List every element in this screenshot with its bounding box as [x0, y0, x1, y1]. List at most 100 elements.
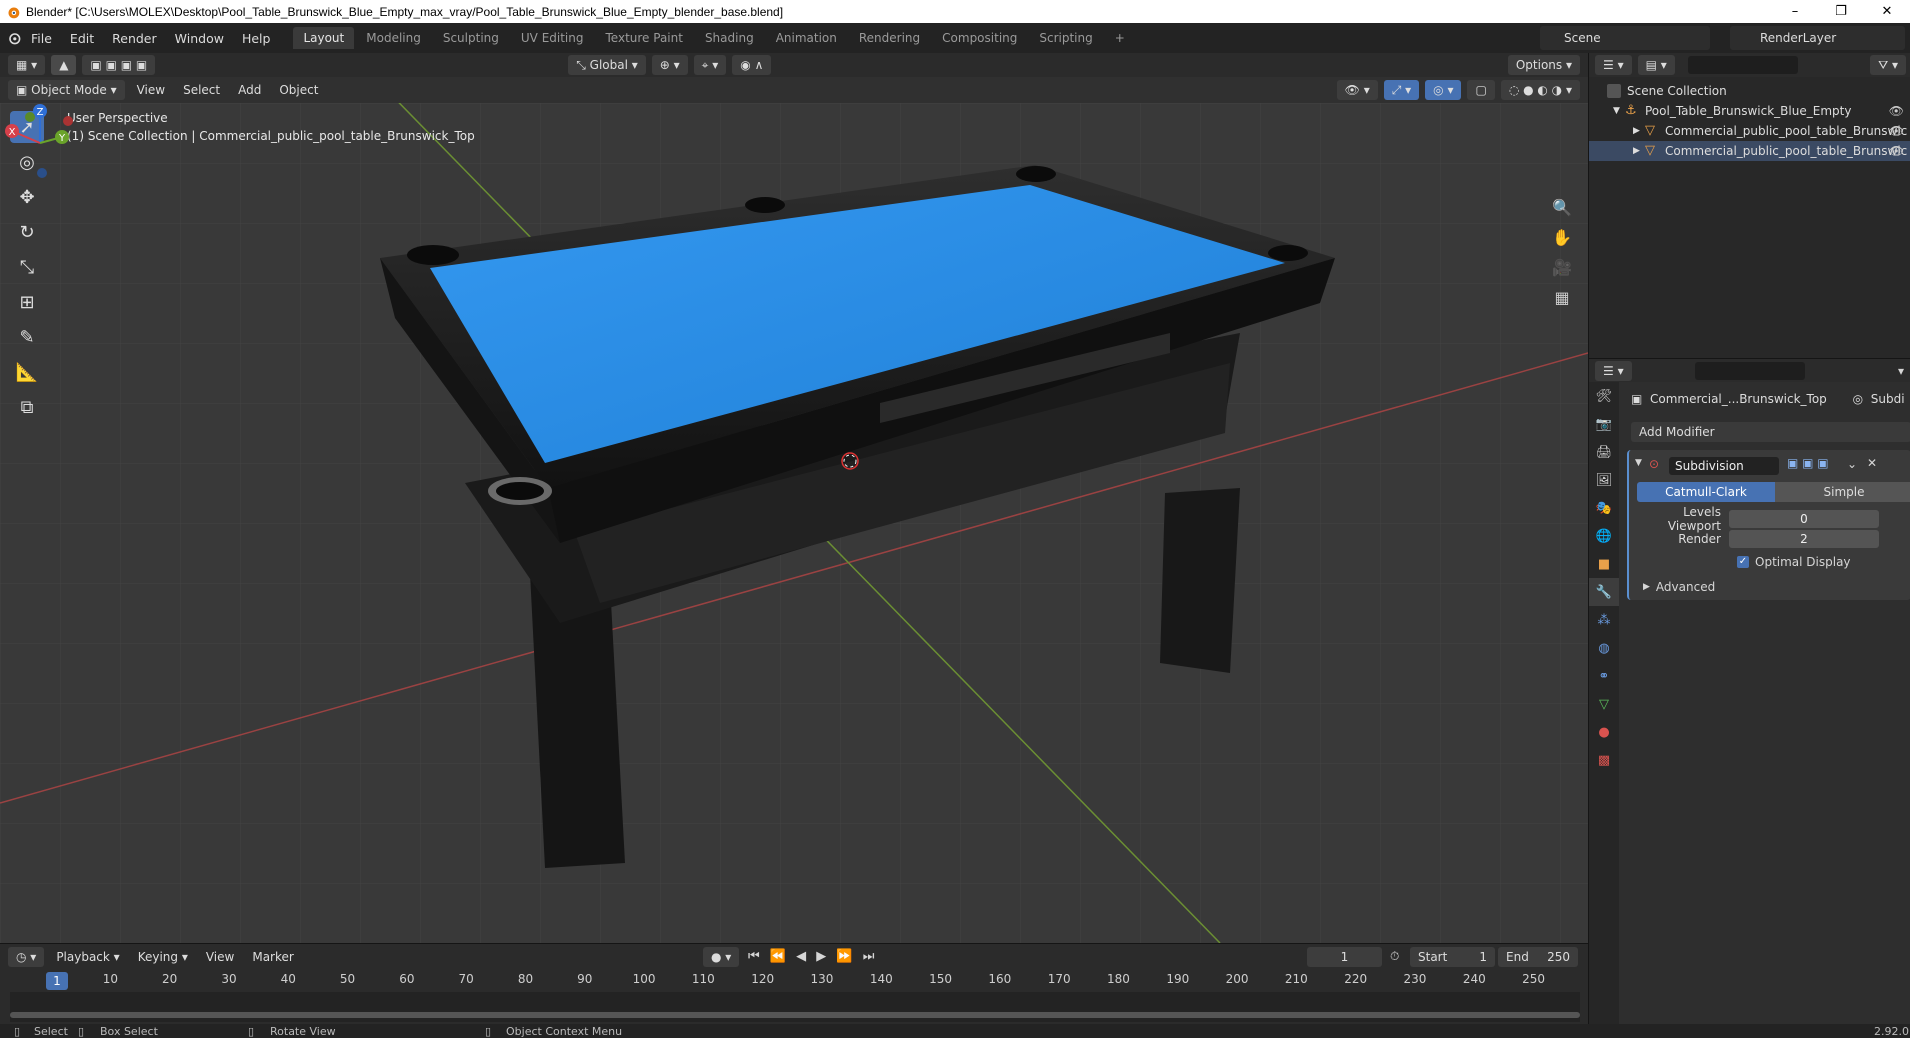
optimal-display-row[interactable]: ✓ Optimal Display [1629, 553, 1910, 571]
tab-modeling[interactable]: Modeling [356, 27, 431, 49]
tab-constraints[interactable]: ⚭ [1589, 662, 1619, 690]
menu-window[interactable]: Window [166, 31, 233, 46]
menu-add[interactable]: Add [229, 83, 270, 97]
properties-editor-type[interactable]: ☰ ▾ [1595, 360, 1632, 381]
gizmo-toggle[interactable]: ⤢ ▾ [1383, 80, 1420, 100]
tab-compositing[interactable]: Compositing [932, 27, 1027, 49]
object-name[interactable]: Commercial_...Brunswick_Top [1650, 392, 1827, 406]
camera-view-button[interactable]: 🎥 [1548, 253, 1576, 281]
tab-view-layer[interactable]: 🖼 [1589, 466, 1619, 494]
outliner-item-mesh-2[interactable]: ▶ ▽ Commercial_public_pool_table_Brunswi… [1589, 141, 1910, 161]
menu-marker[interactable]: Marker [243, 950, 302, 964]
tab-shading[interactable]: Shading [695, 27, 764, 49]
tab-output[interactable]: 🖨 [1589, 438, 1619, 466]
end-frame-field[interactable]: End 250 [1498, 947, 1578, 967]
blender-menu-icon[interactable] [6, 30, 22, 46]
auto-keying-toggle[interactable]: ● ▾ [703, 947, 740, 967]
tab-texture[interactable]: ▩ [1589, 746, 1619, 774]
levels-viewport-field[interactable]: 0 [1729, 510, 1879, 528]
pivot-dropdown[interactable]: ⊕ ▾ [651, 55, 688, 75]
display-mode-dropdown[interactable]: ▤ ▾ [1637, 55, 1675, 75]
close-window-button[interactable]: ✕ [1864, 0, 1910, 23]
render-levels-field[interactable]: 2 [1729, 530, 1879, 548]
transform-orientation-dropdown[interactable]: ⤡ Global ▾ [568, 55, 646, 75]
outliner-item-empty[interactable]: ▼ ⚓ Pool_Table_Brunswick_Blue_Empty 👁 [1589, 101, 1910, 121]
visibility-eye-icon[interactable]: 👁 [1889, 144, 1904, 158]
outliner-search-input[interactable] [1687, 56, 1798, 74]
tab-render[interactable]: 📷 [1589, 410, 1619, 438]
tab-layout[interactable]: Layout [293, 27, 355, 49]
stopwatch-icon[interactable]: ⏱ [1390, 949, 1399, 964]
menu-view[interactable]: View [128, 83, 174, 97]
tab-tool[interactable]: 🛠 [1589, 382, 1619, 410]
visibility-dropdown[interactable]: 👁 ▾ [1336, 80, 1378, 100]
tab-modifiers[interactable]: 🔧 [1589, 578, 1619, 606]
remove-modifier-button[interactable]: ✕ [1867, 456, 1877, 470]
move-tool[interactable]: ✥ [10, 181, 44, 213]
view-layer-selector[interactable]: RenderLayer [1730, 26, 1905, 50]
tab-object[interactable]: ■ [1589, 550, 1619, 578]
add-cube-tool[interactable]: ⧉ [10, 391, 44, 423]
measure-tool[interactable]: 📐 [10, 356, 44, 388]
simple-option[interactable]: Simple [1775, 482, 1910, 502]
3d-viewport[interactable]: User Perspective (1) Scene Collection | … [0, 103, 1588, 943]
menu-object[interactable]: Object [270, 83, 327, 97]
panel-collapse-icon[interactable]: ▼ [1635, 458, 1642, 468]
menu-edit[interactable]: Edit [61, 31, 103, 46]
tab-scene[interactable]: 🎭 [1589, 494, 1619, 522]
advanced-subpanel[interactable]: ▶ Advanced [1629, 578, 1910, 596]
tab-data[interactable]: ▽ [1589, 690, 1619, 718]
frame-ruler[interactable]: 10 20 30 40 50 60 70 80 90 100 110 120 130 140 150 160 1… [10, 972, 1580, 990]
outliner-item-mesh-1[interactable]: ▶ ▽ Commercial_public_pool_table_Brunswi… [1589, 121, 1910, 141]
playback-controls[interactable]: ⏮ ⏪ ◀ ▶ ⏩ ⏭ [748, 949, 877, 964]
tab-particles[interactable]: ⁂ [1589, 606, 1619, 634]
tab-physics[interactable]: ◍ [1589, 634, 1619, 662]
mode-dropdown[interactable]: ▣ Object Mode ▾ [8, 80, 125, 100]
ortho-toggle-button[interactable]: ▦ [1548, 283, 1576, 311]
scale-tool[interactable]: ⤡ [10, 251, 44, 283]
outliner-editor-type[interactable]: ☰ ▾ [1595, 55, 1632, 75]
restore-button[interactable]: ❐ [1818, 0, 1864, 23]
tab-material[interactable]: ● [1589, 718, 1619, 746]
minimize-button[interactable]: – [1772, 0, 1818, 23]
timeline-editor-type[interactable]: ◷ ▾ [8, 947, 45, 967]
overlay-toggle[interactable]: ◎ ▾ [1425, 80, 1462, 100]
select-tool-button[interactable]: ▲ [51, 55, 77, 75]
tab-world[interactable]: 🌐 [1589, 522, 1619, 550]
catmull-clark-option[interactable]: Catmull-Clark [1637, 482, 1775, 502]
editor-type-dropdown[interactable]: ▦ ▾ [8, 55, 46, 75]
tab-scripting[interactable]: Scripting [1029, 27, 1102, 49]
chevron-down-icon[interactable]: ▾ [1898, 364, 1904, 378]
menu-help[interactable]: Help [233, 31, 280, 46]
modifier-menu-chevron-icon[interactable]: ⌄ [1847, 457, 1857, 471]
navigation-gizmo[interactable]: Z X Y [0, 103, 80, 183]
menu-render[interactable]: Render [103, 31, 166, 46]
visibility-eye-icon[interactable]: 👁 [1889, 104, 1904, 118]
filter-dropdown[interactable]: ⛛ ▾ [1870, 55, 1906, 75]
tab-texture-paint[interactable]: Texture Paint [596, 27, 693, 49]
menu-playback[interactable]: Playback ▾ [47, 950, 128, 964]
tab-uv-editing[interactable]: UV Editing [511, 27, 594, 49]
modifier-name-field[interactable]: Subdivision [1669, 457, 1779, 475]
annotate-tool[interactable]: ✎ [10, 321, 44, 353]
playhead[interactable]: 1 [46, 972, 68, 990]
tab-rendering[interactable]: Rendering [849, 27, 930, 49]
add-workspace-button[interactable]: + [1105, 27, 1135, 49]
selection-mode-buttons[interactable]: ▣ ▣ ▣ ▣ [82, 55, 156, 75]
timeline-scrollbar[interactable] [10, 1012, 1580, 1018]
menu-select[interactable]: Select [174, 83, 229, 97]
optimal-display-checkbox[interactable]: ✓ [1737, 556, 1749, 568]
rotate-tool[interactable]: ↻ [10, 216, 44, 248]
tab-sculpting[interactable]: Sculpting [433, 27, 509, 49]
menu-keying[interactable]: Keying ▾ [129, 950, 197, 964]
proportional-edit-toggle[interactable]: ◉ ∧ [732, 55, 772, 75]
properties-search-input[interactable] [1694, 361, 1805, 380]
tab-animation[interactable]: Animation [766, 27, 847, 49]
pan-button[interactable]: ✋ [1548, 223, 1576, 251]
snap-toggle[interactable]: ⌖ ▾ [693, 55, 727, 75]
shading-mode-buttons[interactable]: ◌ ● ◐ ◑ ▾ [1500, 80, 1580, 100]
xray-toggle[interactable]: ▢ [1467, 80, 1495, 100]
zoom-button[interactable]: 🔍 [1548, 193, 1576, 221]
transform-tool[interactable]: ⊞ [10, 286, 44, 318]
modifier-chip[interactable]: Subdi [1871, 392, 1905, 406]
